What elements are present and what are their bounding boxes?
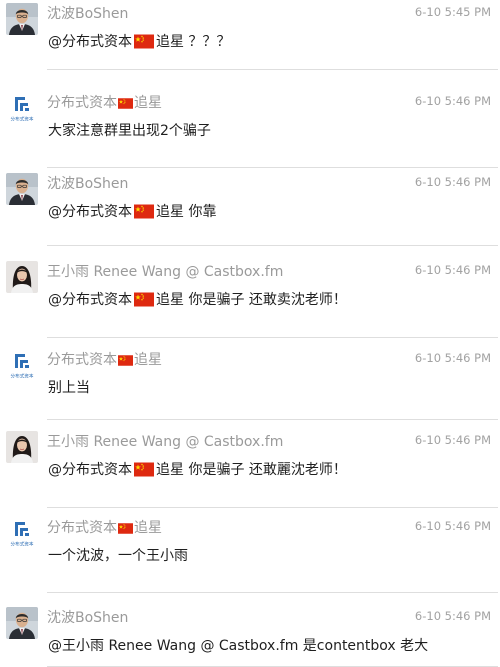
- timestamp: 6-10 5:45 PM: [414, 5, 491, 19]
- message-divider: [47, 507, 498, 508]
- woman-avatar-icon: [6, 431, 38, 463]
- author-name-suffix: 追星: [134, 95, 162, 111]
- message-text-part: 别上当: [48, 380, 90, 396]
- timestamp: 6-10 5:46 PM: [414, 433, 491, 447]
- chat-message: 分布式资本 分布式资本 追星 6-10 5:46 PM 别上当: [0, 346, 500, 420]
- author-name-text: 王小雨 Renee Wang @ Castbox.fm: [47, 434, 284, 450]
- author-name[interactable]: 分布式资本 追星: [47, 517, 162, 537]
- timestamp: 6-10 5:46 PM: [414, 94, 491, 108]
- avatar[interactable]: [6, 173, 38, 205]
- message-divider: [47, 419, 498, 420]
- chat-message: 王小雨 Renee Wang @ Castbox.fm 6-10 5:46 PM…: [0, 258, 500, 338]
- message-text-part: 追星 你是骗子 还敢麗沈老师！: [156, 462, 347, 478]
- timestamp: 6-10 5:46 PM: [414, 351, 491, 365]
- author-name-text: 分布式资本: [47, 520, 117, 536]
- message-text-part: @王小雨 Renee Wang @ Castbox.fm 是contentbox…: [48, 638, 429, 654]
- avatar[interactable]: 分布式资本: [6, 349, 38, 381]
- message-text-part: @分布式资本: [48, 204, 132, 220]
- china-flag-icon: [134, 462, 154, 477]
- fenbushi-logo-icon: 分布式资本: [6, 349, 38, 381]
- message-divider: [47, 592, 498, 593]
- author-name-text: 沈波BoShen: [47, 176, 129, 192]
- author-name-text: 分布式资本: [47, 95, 117, 111]
- author-name[interactable]: 沈波BoShen: [47, 173, 128, 193]
- timestamp: 6-10 5:46 PM: [414, 175, 491, 189]
- author-name-text: 分布式资本: [47, 352, 117, 368]
- author-name-text: 王小雨 Renee Wang @ Castbox.fm: [47, 264, 284, 280]
- avatar[interactable]: [6, 3, 38, 35]
- message-text: @分布式资本 追星 你是骗子 还敢麗沈老师！: [48, 459, 347, 479]
- message-divider: [47, 167, 498, 168]
- man-avatar-icon: [6, 607, 38, 639]
- timestamp: 6-10 5:46 PM: [414, 519, 491, 533]
- message-text-part: 追星 你靠: [156, 204, 217, 220]
- china-flag-icon: [134, 292, 154, 307]
- avatar[interactable]: 分布式资本: [6, 92, 38, 124]
- message-text-part: @分布式资本: [48, 462, 132, 478]
- china-flag-icon: [118, 523, 133, 534]
- timestamp: 6-10 5:46 PM: [414, 263, 491, 277]
- author-name-text: 沈波BoShen: [47, 610, 129, 626]
- message-text-part: @分布式资本: [48, 34, 132, 50]
- svg-text:分布式资本: 分布式资本: [11, 116, 34, 123]
- chat-message: 沈波BoShen 6-10 5:46 PM @分布式资本 追星 你靠: [0, 170, 500, 246]
- message-text-part: 追星 ？？？: [156, 34, 231, 50]
- message-text-part: 大家注意群里出现2个骗子: [48, 123, 211, 139]
- fenbushi-logo-icon: 分布式资本: [6, 92, 38, 124]
- message-text-part: 一个沈波，一个王小雨: [48, 548, 188, 564]
- message-text: @分布式资本 追星 你靠: [48, 201, 216, 221]
- author-name-suffix: 追星: [134, 352, 162, 368]
- avatar[interactable]: [6, 607, 38, 639]
- chat-feed: 沈波BoShen 6-10 5:45 PM @分布式资本 追星 ？？？ 分布式资本…: [0, 0, 500, 667]
- author-name[interactable]: 沈波BoShen: [47, 607, 128, 627]
- author-name[interactable]: 分布式资本 追星: [47, 92, 162, 112]
- message-text: 一个沈波，一个王小雨: [48, 545, 188, 565]
- avatar[interactable]: [6, 261, 38, 293]
- chat-message: 分布式资本 分布式资本 追星 6-10 5:46 PM 一个沈波，一个王小雨: [0, 514, 500, 593]
- avatar[interactable]: 分布式资本: [6, 517, 38, 549]
- message-text: 大家注意群里出现2个骗子: [48, 120, 211, 140]
- message-divider: [47, 245, 498, 246]
- message-text-part: @分布式资本: [48, 292, 132, 308]
- svg-text:分布式资本: 分布式资本: [11, 373, 34, 380]
- chat-message: 分布式资本 分布式资本 追星 6-10 5:46 PM 大家注意群里出现2个骗子: [0, 89, 500, 168]
- woman-avatar-icon: [6, 261, 38, 293]
- avatar[interactable]: [6, 431, 38, 463]
- china-flag-icon: [118, 98, 133, 109]
- man-avatar-icon: [6, 173, 38, 205]
- china-flag-icon: [134, 204, 154, 219]
- fenbushi-logo-icon: 分布式资本: [6, 517, 38, 549]
- message-text: @分布式资本 追星 ？？？: [48, 31, 230, 51]
- author-name-text: 沈波BoShen: [47, 6, 129, 22]
- chat-message: 沈波BoShen 6-10 5:46 PM @王小雨 Renee Wang @ …: [0, 604, 500, 667]
- author-name-suffix: 追星: [134, 520, 162, 536]
- message-divider: [47, 337, 498, 338]
- man-avatar-icon: [6, 3, 38, 35]
- message-text: 别上当: [48, 377, 90, 397]
- message-text: @王小雨 Renee Wang @ Castbox.fm 是contentbox…: [48, 635, 428, 655]
- author-name[interactable]: 王小雨 Renee Wang @ Castbox.fm: [47, 261, 283, 281]
- chat-message: 沈波BoShen 6-10 5:45 PM @分布式资本 追星 ？？？: [0, 0, 500, 70]
- author-name[interactable]: 分布式资本 追星: [47, 349, 162, 369]
- message-divider: [47, 69, 498, 70]
- svg-text:分布式资本: 分布式资本: [11, 541, 34, 548]
- message-text: @分布式资本 追星 你是骗子 还敢卖沈老师！: [48, 289, 347, 309]
- author-name[interactable]: 沈波BoShen: [47, 3, 128, 23]
- author-name[interactable]: 王小雨 Renee Wang @ Castbox.fm: [47, 431, 283, 451]
- timestamp: 6-10 5:46 PM: [414, 609, 491, 623]
- china-flag-icon: [118, 355, 133, 366]
- message-text-part: 追星 你是骗子 还敢卖沈老师！: [156, 292, 347, 308]
- china-flag-icon: [134, 34, 154, 49]
- chat-message: 王小雨 Renee Wang @ Castbox.fm 6-10 5:46 PM…: [0, 428, 500, 508]
